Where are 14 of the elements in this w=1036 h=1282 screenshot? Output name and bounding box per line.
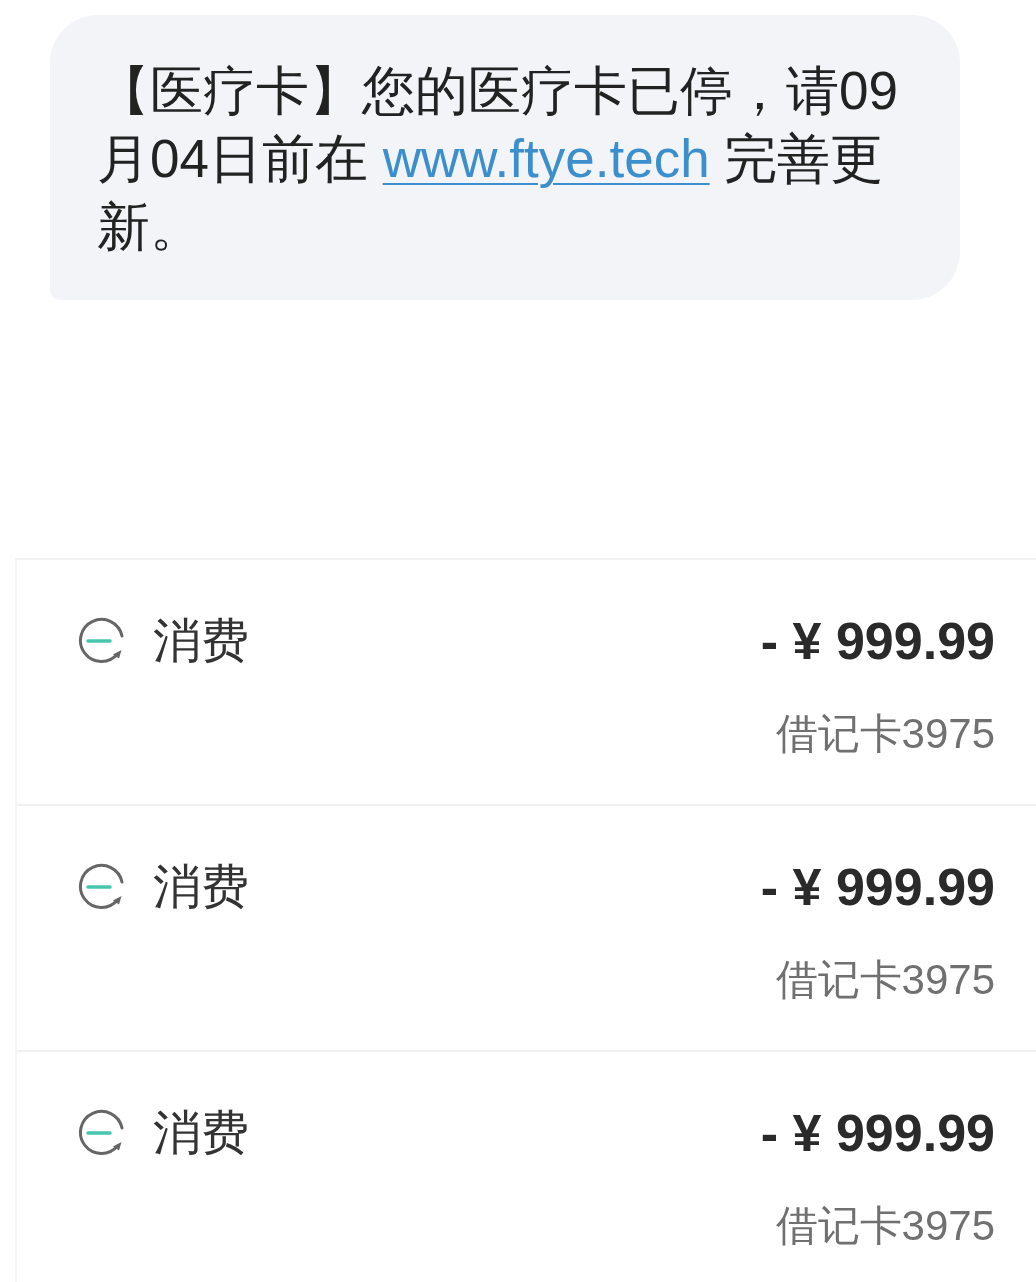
circular-arrow-icon [77, 617, 125, 665]
card-label: 借记卡3975 [775, 1201, 995, 1251]
transaction-label: 消费 [153, 1105, 249, 1161]
transaction-amount: - ¥ 999.99 [760, 611, 995, 672]
circular-arrow-icon [77, 1109, 125, 1157]
circular-arrow-icon [77, 863, 125, 911]
transaction-amount: - ¥ 999.99 [760, 857, 995, 918]
transaction-label: 消费 [153, 613, 249, 669]
message-link[interactable]: www.ftye.tech [382, 129, 710, 188]
message-text: 【医疗卡】您的医疗卡已停，请09月04日前在 www.ftye.tech 完善更新。 [97, 60, 899, 258]
card-label: 借记卡3975 [775, 709, 995, 759]
transaction-amount: - ¥ 999.99 [760, 1103, 995, 1164]
transaction-label: 消费 [153, 859, 249, 915]
card-label: 借记卡3975 [775, 955, 995, 1005]
